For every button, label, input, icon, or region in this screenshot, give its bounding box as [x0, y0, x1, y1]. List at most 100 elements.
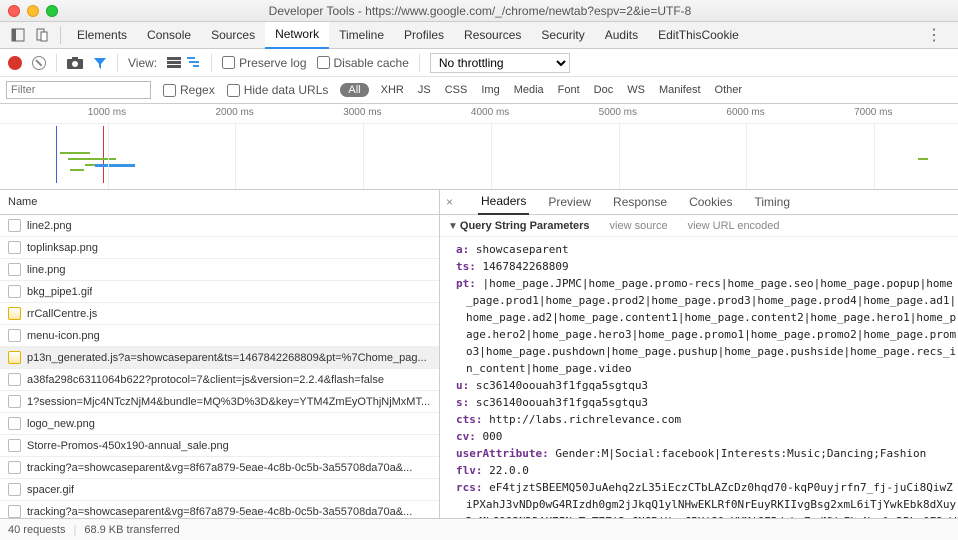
filter-type-all[interactable]: All — [340, 83, 368, 97]
request-name: 1?session=Mjc4NTczNjM4&bundle=MQ%3D%3D&k… — [27, 396, 430, 408]
filter-type-css[interactable]: CSS — [445, 84, 468, 96]
request-row[interactable]: tracking?a=showcaseparent&vg=8f67a879-5e… — [0, 501, 439, 518]
tab-elements[interactable]: Elements — [67, 22, 137, 49]
more-menu-icon[interactable]: ⋮ — [916, 25, 952, 45]
request-row[interactable]: 1?session=Mjc4NTczNjM4&bundle=MQ%3D%3D&k… — [0, 391, 439, 413]
timeline-tick: 6000 ms — [726, 107, 764, 118]
detail-tab-headers[interactable]: Headers — [478, 190, 529, 215]
request-row[interactable]: spacer.gif — [0, 479, 439, 501]
request-detail-panel: × HeadersPreviewResponseCookiesTiming ▼Q… — [440, 190, 958, 518]
tab-audits[interactable]: Audits — [595, 22, 648, 49]
query-params-heading[interactable]: Query String Parameters — [460, 220, 590, 232]
dock-side-icon[interactable] — [6, 23, 30, 47]
window-minimize-button[interactable] — [27, 5, 39, 17]
request-row[interactable]: Storre-Promos-450x190-annual_sale.png — [0, 435, 439, 457]
query-param: s: sc36140oouah3f1fgqa5sgtqu3 — [456, 394, 958, 411]
request-row[interactable]: menu-icon.png — [0, 325, 439, 347]
request-name: Storre-Promos-450x190-annual_sale.png — [27, 440, 229, 452]
file-icon — [8, 461, 21, 474]
tab-profiles[interactable]: Profiles — [394, 22, 454, 49]
request-row[interactable]: line.png — [0, 259, 439, 281]
detail-tab-preview[interactable]: Preview — [545, 190, 594, 215]
record-button[interactable] — [8, 56, 22, 70]
file-icon — [8, 285, 21, 298]
disable-cache-checkbox[interactable]: Disable cache — [317, 56, 409, 70]
regex-checkbox[interactable]: Regex — [163, 83, 215, 97]
request-row[interactable]: logo_new.png — [0, 413, 439, 435]
tab-resources[interactable]: Resources — [454, 22, 531, 49]
request-name: tracking?a=showcaseparent&vg=8f67a879-5e… — [27, 462, 412, 474]
query-param: u: sc36140oouah3f1fgqa5sgtqu3 — [456, 377, 958, 394]
filter-type-xhr[interactable]: XHR — [381, 84, 404, 96]
capture-screenshots-icon[interactable] — [67, 57, 83, 69]
filter-type-img[interactable]: Img — [481, 84, 499, 96]
request-row[interactable]: rrCallCentre.js — [0, 303, 439, 325]
timeline-tick: 1000 ms — [88, 107, 126, 118]
request-row[interactable]: p13n_generated.js?a=showcaseparent&ts=14… — [0, 347, 439, 369]
timeline-tick: 7000 ms — [854, 107, 892, 118]
request-row[interactable]: line2.png — [0, 215, 439, 237]
tab-timeline[interactable]: Timeline — [329, 22, 394, 49]
query-param: userAttribute: Gender:M|Social:facebook|… — [456, 445, 958, 462]
tab-console[interactable]: Console — [137, 22, 201, 49]
hide-data-urls-checkbox[interactable]: Hide data URLs — [227, 83, 329, 97]
file-icon — [8, 483, 21, 496]
query-param: flv: 22.0.0 — [456, 462, 958, 479]
filter-type-other[interactable]: Other — [715, 84, 743, 96]
view-label: View: — [128, 56, 157, 70]
file-icon — [8, 241, 21, 254]
filter-type-manifest[interactable]: Manifest — [659, 84, 701, 96]
request-name: menu-icon.png — [27, 330, 100, 342]
file-icon — [8, 219, 21, 232]
request-name: line.png — [27, 264, 66, 276]
filter-type-ws[interactable]: WS — [627, 84, 645, 96]
query-param: pt: |home_page.JPMC|home_page.promo-recs… — [456, 275, 958, 377]
device-toolbar-icon[interactable] — [30, 23, 54, 47]
timeline-tick: 3000 ms — [343, 107, 381, 118]
status-bar: 40 requests | 68.9 KB transferred — [0, 518, 958, 540]
filter-input[interactable] — [6, 81, 151, 99]
close-detail-icon[interactable]: × — [446, 195, 462, 209]
timeline-tick: 5000 ms — [599, 107, 637, 118]
timeline-tick: 2000 ms — [215, 107, 253, 118]
detail-tab-cookies[interactable]: Cookies — [686, 190, 735, 215]
request-row[interactable]: toplinksap.png — [0, 237, 439, 259]
tab-security[interactable]: Security — [531, 22, 594, 49]
request-row[interactable]: tracking?a=showcaseparent&vg=8f67a879-5e… — [0, 457, 439, 479]
request-list-header[interactable]: Name — [0, 190, 439, 215]
waterfall-view-icon[interactable] — [187, 57, 201, 69]
request-row[interactable]: a38fa298c6311064b622?protocol=7&client=j… — [0, 369, 439, 391]
clear-button[interactable] — [32, 56, 46, 70]
tab-sources[interactable]: Sources — [201, 22, 265, 49]
preserve-log-checkbox[interactable]: Preserve log — [222, 56, 306, 70]
throttling-select[interactable]: No throttling — [430, 53, 570, 73]
tab-editthiscookie[interactable]: EditThisCookie — [648, 22, 749, 49]
filter-type-js[interactable]: JS — [418, 84, 431, 96]
timeline-overview[interactable]: 1000 ms 2000 ms 3000 ms 4000 ms 5000 ms 6000 … — [0, 104, 958, 190]
detail-tab-timing[interactable]: Timing — [751, 190, 793, 215]
tab-network[interactable]: Network — [265, 22, 329, 49]
window-title: Developer Tools - https://www.google.com… — [65, 4, 895, 18]
window-close-button[interactable] — [8, 5, 20, 17]
file-icon — [8, 351, 21, 364]
filter-type-doc[interactable]: Doc — [594, 84, 614, 96]
filter-icon[interactable] — [93, 56, 107, 70]
timeline-tick: 4000 ms — [471, 107, 509, 118]
view-source-link[interactable]: view source — [610, 220, 668, 232]
request-name: spacer.gif — [27, 484, 74, 496]
file-icon — [8, 373, 21, 386]
file-icon — [8, 395, 21, 408]
query-param: a: showcaseparent — [456, 241, 958, 258]
file-icon — [8, 307, 21, 320]
filter-type-media[interactable]: Media — [514, 84, 544, 96]
window-maximize-button[interactable] — [46, 5, 58, 17]
large-rows-icon[interactable] — [167, 57, 181, 69]
request-row[interactable]: bkg_pipe1.gif — [0, 281, 439, 303]
status-requests: 40 requests — [8, 524, 65, 536]
network-toolbar: View: Preserve log Disable cache No thro… — [0, 49, 958, 77]
detail-tab-response[interactable]: Response — [610, 190, 670, 215]
request-name: bkg_pipe1.gif — [27, 286, 92, 298]
filter-type-font[interactable]: Font — [558, 84, 580, 96]
file-icon — [8, 263, 21, 276]
view-url-encoded-link[interactable]: view URL encoded — [688, 220, 780, 232]
